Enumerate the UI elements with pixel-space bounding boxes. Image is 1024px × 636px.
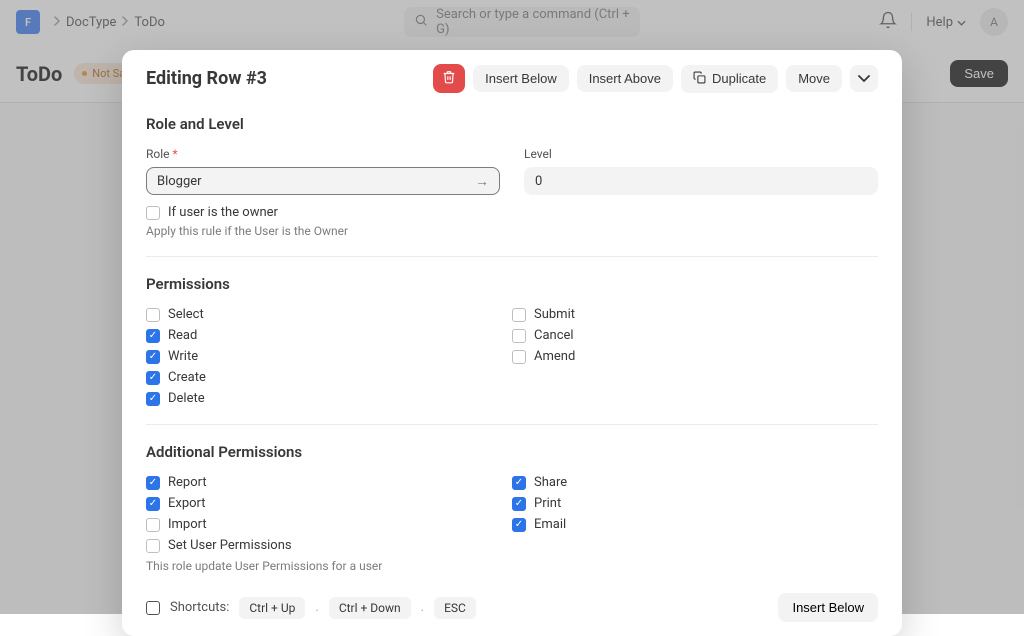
additional-permission-row: Export [146, 496, 512, 511]
role-label: Role * [146, 147, 500, 161]
modal-footer: Shortcuts: Ctrl + Up . Ctrl + Down . ESC… [122, 583, 902, 636]
arrow-right-icon[interactable]: → [475, 173, 489, 190]
additional-permission-row: Report [146, 475, 512, 490]
section-additional: Additional Permissions [146, 443, 878, 461]
permission-checkbox[interactable] [146, 371, 160, 385]
modal-header: Editing Row #3 Insert Below Insert Above… [122, 50, 902, 105]
permission-row: Amend [512, 349, 878, 364]
permission-row: Submit [512, 307, 878, 322]
additional-permission-checkbox[interactable] [146, 497, 160, 511]
permission-label: Submit [534, 307, 575, 322]
additional-permission-label: Export [168, 496, 206, 511]
additional-permission-row: Set User Permissions [146, 538, 512, 553]
additional-permission-label: Share [534, 475, 567, 490]
additional-permission-label: Import [168, 517, 207, 532]
shortcut-key: Ctrl + Up [239, 597, 305, 619]
permission-label: Write [168, 349, 198, 364]
level-label: Level [524, 147, 878, 161]
modal: Editing Row #3 Insert Below Insert Above… [122, 50, 902, 636]
owner-help-text: Apply this rule if the User is the Owner [146, 224, 500, 238]
additional-permission-label: Report [168, 475, 207, 490]
owner-checkbox[interactable] [146, 206, 160, 220]
additional-permission-checkbox[interactable] [512, 476, 526, 490]
shortcuts: Shortcuts: Ctrl + Up . Ctrl + Down . ESC [146, 597, 476, 619]
additional-permissions-grid: Report Export Import Set User Permissions S… [146, 475, 878, 553]
role-select[interactable]: → [146, 167, 500, 195]
additional-permission-checkbox[interactable] [146, 518, 160, 532]
permission-checkbox[interactable] [512, 308, 526, 322]
additional-permission-checkbox[interactable] [146, 476, 160, 490]
additional-permission-label: Print [534, 496, 561, 511]
permission-checkbox[interactable] [146, 308, 160, 322]
permission-checkbox[interactable] [512, 350, 526, 364]
additional-permission-row: Import [146, 517, 512, 532]
copy-icon [693, 71, 706, 87]
duplicate-button[interactable]: Duplicate [681, 65, 778, 93]
permission-label: Amend [534, 349, 575, 364]
additional-permission-row: Share [512, 475, 878, 490]
permission-label: Create [168, 370, 206, 385]
insert-below-button[interactable]: Insert Below [473, 65, 569, 92]
permission-row: Read [146, 328, 512, 343]
additional-permission-row: Print [512, 496, 878, 511]
permission-label: Cancel [534, 328, 574, 343]
additional-permission-label: Set User Permissions [168, 538, 292, 553]
permission-row: Cancel [512, 328, 878, 343]
modal-overlay[interactable]: Editing Row #3 Insert Below Insert Above… [0, 0, 1024, 614]
modal-title: Editing Row #3 [146, 68, 267, 89]
level-input[interactable] [535, 174, 867, 189]
section-role-level: Role and Level [146, 115, 878, 133]
permissions-grid: Select Read Write Create Delete Submit Cancel… [146, 307, 878, 406]
owner-checkbox-label: If user is the owner [168, 205, 278, 220]
role-input[interactable] [157, 174, 475, 189]
additional-permission-checkbox[interactable] [512, 497, 526, 511]
permission-row: Select [146, 307, 512, 322]
permission-checkbox[interactable] [146, 392, 160, 406]
shortcut-key: Ctrl + Down [329, 597, 411, 619]
permission-label: Read [168, 328, 197, 343]
delete-row-button[interactable] [433, 64, 465, 93]
additional-permission-row: Email [512, 517, 878, 532]
permission-row: Create [146, 370, 512, 385]
trash-icon [442, 70, 456, 87]
permission-checkbox[interactable] [146, 350, 160, 364]
permission-label: Select [168, 307, 204, 322]
section-permissions: Permissions [146, 275, 878, 293]
shortcut-key: ESC [434, 597, 476, 619]
chevron-down-icon [858, 71, 870, 86]
footer-insert-below-button[interactable]: Insert Below [778, 593, 878, 622]
permission-row: Delete [146, 391, 512, 406]
additional-permission-checkbox[interactable] [512, 518, 526, 532]
insert-above-button[interactable]: Insert Above [577, 65, 673, 92]
additional-permission-checkbox[interactable] [146, 539, 160, 553]
permission-label: Delete [168, 391, 205, 406]
divider [146, 256, 878, 257]
move-button[interactable]: Move [786, 65, 842, 92]
permission-checkbox[interactable] [146, 329, 160, 343]
additional-permission-label: Email [534, 517, 566, 532]
permission-row: Write [146, 349, 512, 364]
permission-checkbox[interactable] [512, 329, 526, 343]
additional-help-text: This role update User Permissions for a … [146, 559, 878, 573]
divider [146, 424, 878, 425]
more-actions-button[interactable] [850, 65, 878, 92]
keyboard-icon [146, 601, 160, 615]
level-input-wrap[interactable] [524, 167, 878, 195]
